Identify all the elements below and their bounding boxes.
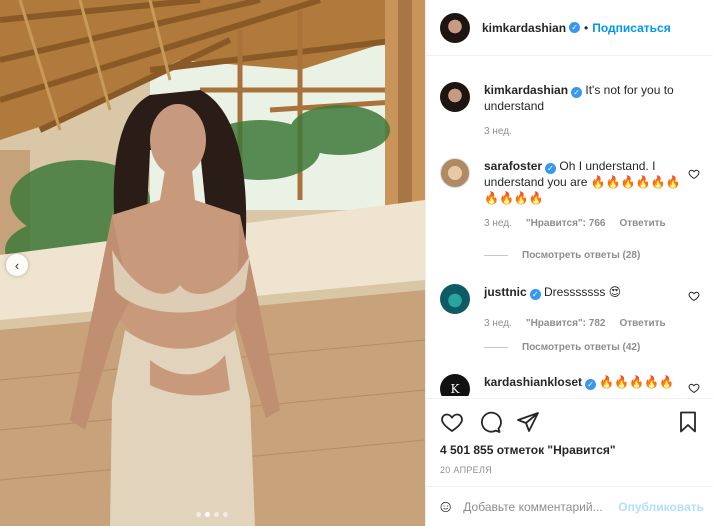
post-modal: ‹ kimkardashian ✓ • Подписаться kimkarda… [0,0,713,526]
comment-text: Dresssssss 😍 [544,285,622,299]
comment-avatar[interactable] [440,284,470,314]
verified-badge-icon: ✓ [569,22,581,33]
comment: sarafoster ✓ Oh I understand. I understan… [440,158,702,232]
carousel-prev-button[interactable]: ‹ [6,254,28,276]
post-sidebar: kimkardashian ✓ • Подписаться kimkardash… [425,0,713,526]
view-replies-button[interactable]: Посмотреть ответы (42) [484,342,640,353]
comments-list[interactable]: kimkardashian ✓ It's not for you to under… [426,56,713,396]
verified-badge-icon: ✓ [545,163,557,174]
likes-count[interactable]: 4 501 855 отметок "Нравится" [440,443,700,457]
view-replies-button[interactable]: Посмотреть ответы (28) [484,250,640,261]
comment-username[interactable]: sarafoster [484,159,542,173]
comment: justtnic ✓ Dresssssss 😍 3 нед. "Нравится"… [440,284,702,332]
bookmark-icon[interactable] [676,410,700,434]
verified-badge-icon: ✓ [585,379,597,390]
comment-like-heart-icon[interactable] [688,382,700,394]
comment-time[interactable]: 3 нед. [484,316,512,332]
share-icon[interactable] [516,410,540,434]
view-replies-label: Посмотреть ответы (28) [522,250,641,261]
header-separator: • [584,20,589,35]
post-header: kimkardashian ✓ • Подписаться [426,0,713,56]
verified-badge-icon: ✓ [571,87,583,98]
comment-avatar[interactable] [440,158,470,188]
comment-username[interactable]: kardashiankloset [484,375,582,389]
post-date[interactable]: 20 АПРЕЛЯ [440,465,700,475]
comment-input[interactable] [463,499,619,514]
carousel-dot [214,512,219,517]
comment-meta: 3 нед. "Нравится": 782 Ответить [484,316,684,332]
follow-button[interactable]: Подписаться [592,21,670,35]
comment-avatar[interactable]: K [440,374,470,396]
caption-avatar[interactable] [440,82,470,112]
post-comment-button[interactable]: Опубликовать [618,500,704,514]
view-replies-label: Посмотреть ответы (42) [522,342,641,353]
caption-time[interactable]: 3 нед. [484,124,512,140]
carousel-dot [196,512,201,517]
comment: K kardashiankloset ✓ 🔥🔥🔥🔥🔥 [440,374,702,396]
comment-likes[interactable]: "Нравится": 766 [526,216,606,232]
comment-like-heart-icon[interactable] [688,290,700,302]
comment-likes[interactable]: "Нравится": 782 [526,316,606,332]
post-image [0,0,425,526]
replies-divider [484,255,508,256]
verified-badge-icon: ✓ [529,289,541,300]
comment-username[interactable]: justtnic [484,285,527,299]
heart-icon[interactable] [440,410,464,434]
caption: kimkardashian ✓ It's not for you to under… [440,82,702,140]
post-actions: 4 501 855 отметок "Нравится" 20 АПРЕЛЯ [426,398,713,475]
replies-divider [484,347,508,348]
author-username[interactable]: kimkardashian [482,21,566,35]
carousel-dot-active [205,512,210,517]
emoji-icon[interactable] [440,496,451,518]
carousel-dot [223,512,228,517]
post-photo[interactable]: ‹ [0,0,425,526]
action-icons [440,409,700,435]
comment-text: 🔥🔥🔥🔥🔥 [599,375,675,389]
reply-button[interactable]: Ответить [619,216,665,232]
comment-meta: 3 нед. "Нравится": 766 Ответить [484,216,684,232]
caption-username[interactable]: kimkardashian [484,83,568,97]
chevron-left-icon: ‹ [14,257,20,273]
reply-button[interactable]: Ответить [619,316,665,332]
comment-icon[interactable] [478,410,502,434]
author-avatar[interactable] [440,12,470,43]
carousel-dots [196,512,228,517]
comment-composer: Опубликовать [426,486,713,526]
comment-time[interactable]: 3 нед. [484,216,512,232]
caption-meta: 3 нед. [484,124,702,140]
comment-like-heart-icon[interactable] [688,168,700,180]
